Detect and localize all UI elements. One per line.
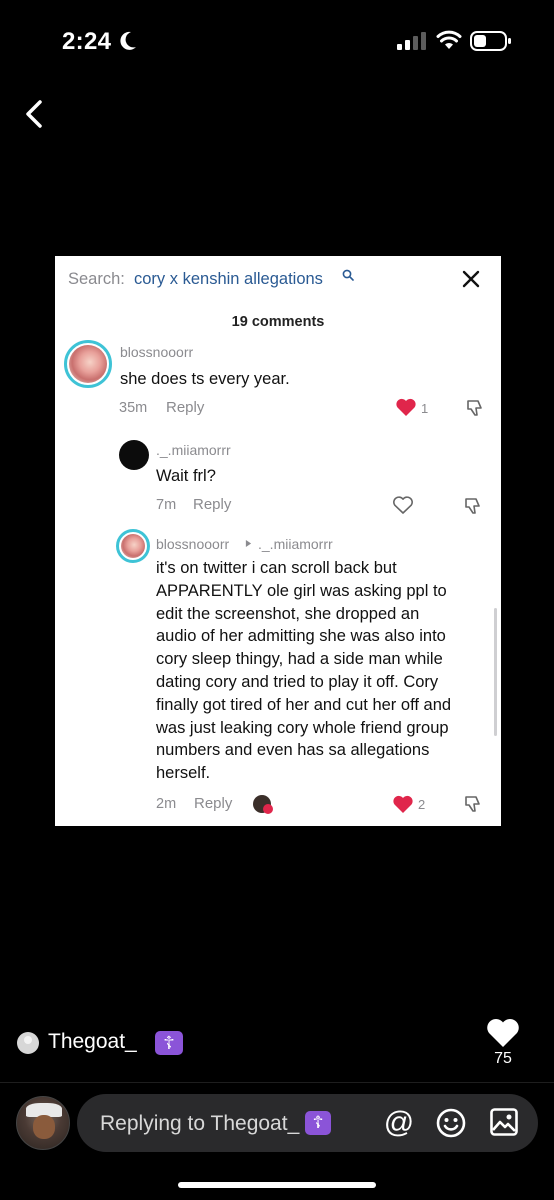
like-count: 1: [421, 401, 429, 416]
shared-screenshot: Search: cory x kenshin allegations 19 co…: [55, 256, 501, 826]
comment-text-line: was just leaking cory whole friend group: [156, 718, 449, 737]
divider: [0, 1082, 554, 1083]
like-count: 75: [494, 1050, 512, 1067]
comment-text-line: herself.: [156, 764, 211, 783]
heart-filled-icon: [396, 398, 416, 416]
dislike-icon: [465, 796, 480, 812]
reply-input[interactable]: Replying to Thegoat_ ☦ @: [77, 1094, 538, 1152]
reply-placeholder: Replying to Thegoat_: [100, 1112, 300, 1135]
heart-filled-icon: [393, 795, 413, 813]
commenter-name: Thegoat_: [48, 1030, 137, 1053]
comment-text-block: it's on twitter i can scroll back but AP…: [156, 557, 496, 785]
comment-text-line: finally got tired of her and cut her off…: [156, 695, 452, 714]
reply-to-username: ._.miiamorrr: [258, 536, 333, 552]
search-prefix: Search:: [68, 270, 125, 288]
comment-text-line: dating cory and tried to play it off. Co…: [156, 672, 439, 691]
comment-text-line: numbers and even has sa allegations: [156, 741, 430, 760]
comment-text-line: edit the screenshot, she dropped an: [156, 604, 420, 623]
dislike-icon: [465, 498, 480, 514]
like-count: 2: [418, 797, 426, 812]
comment-username: blossnooorr: [120, 344, 194, 360]
comment-username: ._.miiamorrr: [156, 442, 231, 458]
avatar: [119, 440, 149, 470]
status-time: 2:24: [62, 28, 112, 55]
comment-username: blossnooorr: [156, 536, 230, 552]
comments-count: 19 comments: [231, 314, 325, 330]
reply-link: Reply: [166, 399, 205, 416]
comment-time: 7m: [156, 497, 177, 513]
close-icon: [462, 270, 480, 288]
avatar: [64, 340, 112, 388]
comment-text-line: cory sleep thingy, had a side man while: [156, 650, 443, 669]
creator-liked-avatar: [253, 795, 273, 814]
status-bar: 2:24: [0, 0, 554, 80]
comment-time: 35m: [119, 400, 148, 416]
back-button[interactable]: [18, 96, 52, 132]
comment-text: Wait frl?: [156, 467, 216, 485]
scrollbar: [494, 608, 497, 736]
cross-emoji: ☦: [305, 1111, 331, 1135]
mention-button[interactable]: @: [382, 1106, 416, 1140]
image-icon[interactable]: [489, 1107, 519, 1137]
comment-text-line: it's on twitter i can scroll back but: [156, 559, 397, 577]
home-indicator: [178, 1182, 376, 1188]
comment-time: 2m: [156, 796, 177, 812]
heart-outline-icon: [393, 496, 413, 514]
comment-text-line: audio of her admitting she was also into: [156, 627, 446, 646]
heart-icon[interactable]: [485, 1016, 521, 1048]
wifi-icon: [436, 30, 462, 49]
avatar: [116, 529, 150, 563]
signal-icon: [397, 32, 426, 50]
search-bar: Search: cory x kenshin allegations: [55, 256, 501, 302]
reply-link: Reply: [193, 496, 232, 513]
search-query: cory x kenshin allegations: [134, 270, 323, 288]
avatar: [17, 1032, 39, 1054]
comment-text-line: APPARENTLY ole girl was asking ppl to: [156, 581, 447, 600]
emoji-icon[interactable]: [435, 1107, 467, 1139]
comment-text: she does ts every year.: [120, 370, 290, 388]
moon-icon: [120, 31, 136, 50]
dislike-icon: [467, 400, 482, 416]
reply-link: Reply: [194, 795, 233, 812]
reply-arrow-icon: [245, 540, 252, 547]
cross-emoji: ☦: [155, 1031, 183, 1055]
commenter-info[interactable]: Thegoat_ ☦: [17, 1028, 183, 1058]
heart-small-icon: [263, 804, 273, 814]
avatar[interactable]: [16, 1096, 70, 1150]
search-icon: [342, 269, 354, 281]
battery-icon: [470, 31, 511, 51]
